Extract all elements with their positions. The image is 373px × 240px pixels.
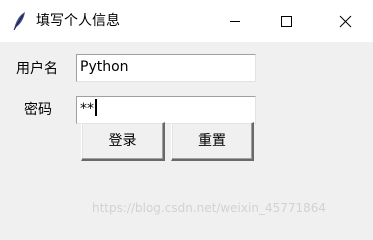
close-icon xyxy=(339,15,352,28)
password-value: ** xyxy=(80,101,94,117)
password-input[interactable]: ** xyxy=(76,96,256,124)
window-title: 填写个人信息 xyxy=(36,13,120,29)
close-button[interactable] xyxy=(322,0,368,42)
title-bar[interactable]: 填写个人信息 xyxy=(0,0,373,42)
username-label: 用户名 xyxy=(16,61,58,77)
username-value: Python xyxy=(80,59,129,75)
login-button[interactable]: 登录 xyxy=(81,122,165,161)
minimize-icon xyxy=(230,21,240,22)
reset-button[interactable]: 重置 xyxy=(171,122,254,161)
maximize-icon xyxy=(281,16,292,27)
app-window: 填写个人信息 用户名 Python 密码 ** 登录 重置 https://bl… xyxy=(0,0,373,227)
text-caret xyxy=(95,99,97,116)
password-label: 密码 xyxy=(24,102,52,118)
watermark-text: https://blog.csdn.net/weixin_45771864 xyxy=(92,201,327,215)
minimize-button[interactable] xyxy=(212,0,258,42)
feather-icon xyxy=(11,11,27,31)
maximize-button[interactable] xyxy=(264,0,310,42)
username-input[interactable]: Python xyxy=(76,54,256,82)
